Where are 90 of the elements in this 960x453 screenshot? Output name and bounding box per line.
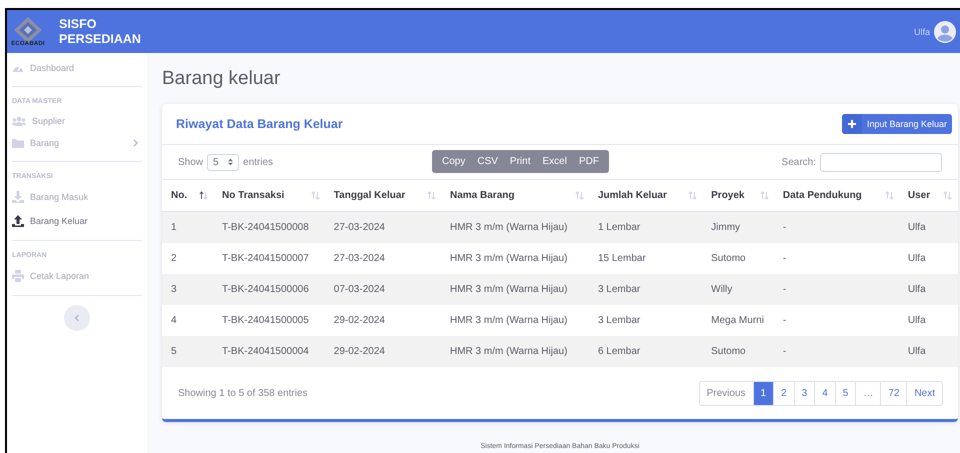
sidebar-item[interactable]: Dashboard <box>12 57 142 79</box>
table-cell: Willy <box>711 284 732 295</box>
table-cell: 1 <box>171 222 177 233</box>
printer-icon <box>12 270 24 282</box>
table-cell: Ulfa <box>908 253 926 264</box>
sidebar-item[interactable]: Barang Keluar <box>12 209 142 233</box>
column-header[interactable]: Jumlah Keluar <box>598 190 667 201</box>
table-cell: Jimmy <box>711 222 740 233</box>
sidebar-item[interactable]: Supplier <box>12 110 142 132</box>
table-cell: 2 <box>171 253 177 264</box>
length-label: entries <box>243 156 274 168</box>
column-header[interactable]: Nama Barang <box>450 190 514 201</box>
download-icon <box>12 191 24 203</box>
page-button[interactable]: 4 <box>814 382 835 404</box>
export-button[interactable]: Excel <box>536 150 573 173</box>
table-cell: - <box>782 222 786 233</box>
table-cell: HMR 3 m/m (Warna Hijau) <box>450 284 568 295</box>
table-cell: T-BK-24041500006 <box>222 284 309 295</box>
column-header[interactable]: No Transaksi <box>222 190 284 201</box>
table-cell: Ulfa <box>908 315 926 326</box>
table-cell: Sutomo <box>711 346 746 357</box>
column-header[interactable]: User <box>908 190 930 201</box>
pagination-ellipsis: … <box>855 382 880 404</box>
length-label: Show <box>178 156 204 168</box>
table-cell: HMR 3 m/m (Warna Hijau) <box>450 222 568 233</box>
logo-icon <box>14 16 42 42</box>
table-cell: T-BK-24041500005 <box>222 315 309 326</box>
export-button[interactable]: PDF <box>572 150 605 173</box>
page-button[interactable]: Previous <box>700 382 752 404</box>
sidebar-item[interactable]: Cetak Laporan <box>12 264 142 288</box>
plus-icon <box>842 114 862 134</box>
table-cell: - <box>782 253 786 264</box>
card-title: Riwayat Data Barang Keluar <box>176 117 343 131</box>
search-label: Search: <box>782 156 816 168</box>
column-header[interactable]: Tanggal Keluar <box>334 190 406 201</box>
table-cell: 6 Lembar <box>598 346 640 357</box>
upload-icon <box>12 215 24 227</box>
column-header[interactable]: Data Pendukung <box>782 190 862 201</box>
entries-select[interactable]: 5 <box>207 154 240 170</box>
table-cell: 3 <box>171 284 177 295</box>
table-cell: Ulfa <box>908 222 926 233</box>
add-button[interactable]: Input Barang Keluar <box>842 114 952 134</box>
export-button[interactable]: Print <box>504 150 536 173</box>
table-cell: T-BK-24041500004 <box>222 346 309 357</box>
table-cell: Ulfa <box>908 346 926 357</box>
select-caret-icon <box>228 158 234 166</box>
table-cell: HMR 3 m/m (Warna Hijau) <box>450 315 568 326</box>
user-name[interactable]: Ulfa <box>914 26 930 36</box>
table-cell: 27-03-2024 <box>334 222 385 233</box>
table-cell: T-BK-24041500007 <box>222 253 309 264</box>
table-cell: Mega Murni <box>711 315 764 326</box>
page-button[interactable]: Next <box>906 382 942 404</box>
chevron-right-icon <box>133 139 138 147</box>
table-cell: Sutomo <box>711 253 746 264</box>
collapse-toggle-icon[interactable] <box>64 305 90 331</box>
table-cell: 29-02-2024 <box>334 315 385 326</box>
users-icon <box>12 116 26 126</box>
page-button[interactable]: 72 <box>880 382 906 404</box>
page-button[interactable]: 2 <box>773 382 794 404</box>
search-field[interactable] <box>820 152 942 172</box>
avatar-icon[interactable] <box>934 20 956 42</box>
table-cell: - <box>782 315 786 326</box>
table-cell: 27-03-2024 <box>334 253 385 264</box>
table-cell: 15 Lembar <box>598 253 646 264</box>
table-cell: 5 <box>171 346 177 357</box>
table-cell: HMR 3 m/m (Warna Hijau) <box>450 253 568 264</box>
page-button[interactable]: 3 <box>794 382 814 404</box>
sidebar-item[interactable]: Barang Masuk <box>12 185 142 209</box>
table-cell: 4 <box>171 315 177 326</box>
page-title: Barang keluar <box>162 68 282 90</box>
table-cell: - <box>782 284 786 295</box>
export-button[interactable]: Copy <box>436 150 472 173</box>
folder-icon <box>12 138 24 148</box>
table-cell: 3 Lembar <box>598 284 640 295</box>
table-cell: T-BK-24041500008 <box>222 222 309 233</box>
table-cell: 1 Lembar <box>598 222 640 233</box>
table-cell: Ulfa <box>908 284 926 295</box>
table-cell: 3 Lembar <box>598 315 640 326</box>
table-info: Showing 1 to 5 of 358 entries <box>178 388 308 398</box>
column-header[interactable]: No. <box>171 190 188 201</box>
table-cell: - <box>782 346 786 357</box>
page-button[interactable]: 1 <box>752 382 774 404</box>
app-name: SISFO PERSEDIAAN <box>59 16 139 46</box>
export-button[interactable]: CSV <box>471 150 504 173</box>
page-button[interactable]: 5 <box>834 382 856 404</box>
table-cell: HMR 3 m/m (Warna Hijau) <box>450 346 568 357</box>
column-header[interactable]: Proyek <box>711 190 744 201</box>
table-cell: 29-02-2024 <box>334 346 385 357</box>
sidebar-item[interactable]: Barang <box>12 132 142 154</box>
table-cell: 07-03-2024 <box>334 284 385 295</box>
